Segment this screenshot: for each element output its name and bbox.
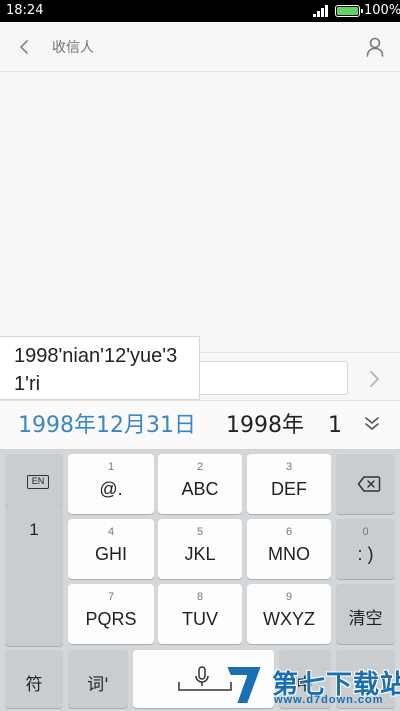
watermark: 第七下载站 www.d7down.com: [222, 660, 400, 711]
contact-icon[interactable]: [364, 35, 386, 59]
signal-icon: [313, 5, 331, 17]
en-switch-key[interactable]: EN: [5, 454, 63, 506]
word-key[interactable]: 词': [68, 650, 128, 708]
key-0[interactable]: 0 : ): [336, 519, 395, 579]
key-4[interactable]: 4 GHI: [68, 519, 154, 579]
key-5[interactable]: 5 JKL: [158, 519, 242, 579]
key-9[interactable]: 9 WXYZ: [247, 584, 331, 644]
recipient-input[interactable]: [52, 37, 332, 59]
key-7[interactable]: 7 PQRS: [68, 584, 154, 644]
send-icon[interactable]: [366, 369, 382, 389]
status-time: 18:24: [6, 3, 44, 18]
clear-key[interactable]: 清空: [336, 584, 395, 644]
expand-icon[interactable]: [362, 415, 382, 433]
message-area: [0, 72, 400, 352]
key-8[interactable]: 8 TUV: [158, 584, 242, 644]
composing-text: 1998'nian'12'yue'31'ri: [14, 345, 178, 395]
back-icon[interactable]: [14, 34, 36, 60]
candidate-1[interactable]: 1998年12月31日: [18, 411, 196, 441]
key-2[interactable]: 2 ABC: [158, 454, 242, 514]
battery-percent: 100%: [364, 3, 400, 18]
composing-popup: 1998'nian'12'yue'31'ri: [0, 336, 200, 400]
en-badge: EN: [27, 475, 49, 489]
key-3[interactable]: 3 DEF: [247, 454, 331, 514]
candidate-bar: 1998年12月31日 1998年 1: [0, 400, 400, 450]
candidate-2[interactable]: 1998年: [226, 411, 304, 441]
watermark-logo-icon: [225, 665, 263, 705]
key-1[interactable]: 1 @.: [68, 454, 154, 514]
battery-icon: [335, 5, 363, 17]
digit-column[interactable]: 1: [5, 506, 63, 646]
symbol-key[interactable]: 符: [5, 650, 63, 708]
battery-level: [337, 7, 358, 15]
status-bar: 18:24 100%: [0, 0, 400, 22]
backspace-key[interactable]: [336, 454, 395, 514]
backspace-icon: [357, 476, 381, 492]
side-digit: 1: [29, 520, 39, 539]
key-6[interactable]: 6 MNO: [247, 519, 331, 579]
watermark-url: www.d7down.com: [274, 694, 384, 706]
candidate-3[interactable]: 1: [328, 411, 342, 441]
compose-header: [0, 22, 400, 72]
screen: 18:24 100% 1998'nian'12'yue'31'r: [0, 0, 400, 711]
